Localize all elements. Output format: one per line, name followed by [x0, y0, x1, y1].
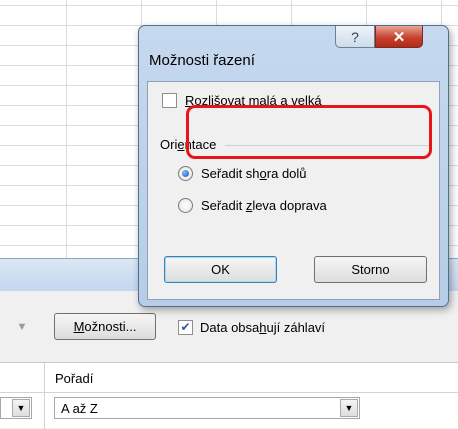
column-divider — [44, 363, 45, 429]
ok-button-label: OK — [211, 262, 230, 277]
order-combobox[interactable]: A až Z ▼ — [54, 397, 360, 419]
ok-button[interactable]: OK — [164, 256, 277, 283]
radio-selected-icon[interactable] — [178, 166, 193, 181]
radio-unselected-icon[interactable] — [178, 198, 193, 213]
data-has-headers-checkbox-row[interactable]: ✔ Data obsahují záhlaví — [178, 318, 325, 336]
options-button[interactable]: Možnosti... — [54, 313, 156, 340]
order-value: A až Z — [61, 401, 98, 416]
radio-left-to-right-label: Seřadit zleva doprava — [201, 198, 327, 213]
orientation-group-label: Orientace — [160, 137, 217, 152]
radio-left-to-right[interactable]: Seřadit zleva doprava — [178, 198, 327, 213]
case-sensitive-label: Rozlišovat malá a velká — [185, 93, 322, 108]
chevron-down-icon[interactable]: ▼ — [340, 399, 358, 417]
case-sensitive-row[interactable]: Rozlišovat malá a velká — [162, 93, 322, 108]
dialog-title: Možnosti řazení — [149, 52, 255, 69]
level-dropdown-arrow-icon[interactable]: ▼ — [8, 316, 36, 338]
cancel-button-label: Storno — [351, 262, 390, 277]
sort-levels-table: Pořadí ▼ A až Z ▼ — [0, 362, 458, 429]
dialog-client-area: Rozlišovat malá a velká Orientace Seřadi… — [147, 81, 440, 300]
sort-on-combobox[interactable]: ▼ — [0, 397, 32, 419]
sort-options-dialog: Možnosti řazení ? ✕ Rozlišovat malá a ve… — [138, 25, 449, 307]
close-icon[interactable]: ✕ — [375, 26, 423, 48]
cancel-button[interactable]: Storno — [314, 256, 427, 283]
options-button-accel: M — [73, 319, 85, 334]
chevron-down-icon[interactable]: ▼ — [12, 399, 30, 417]
data-has-headers-checkbox[interactable]: ✔ — [178, 319, 193, 335]
case-sensitive-checkbox[interactable] — [162, 93, 177, 108]
options-button-label: ožnosti... — [84, 319, 137, 334]
radio-top-to-bottom[interactable]: Seřadit shora dolů — [178, 166, 307, 181]
data-has-headers-label: Data obsahují záhlaví — [200, 319, 326, 335]
group-divider — [225, 145, 430, 146]
help-icon[interactable]: ? — [335, 26, 375, 48]
radio-top-to-bottom-label: Seřadit shora dolů — [201, 166, 307, 181]
column-header-order: Pořadí — [55, 371, 94, 386]
